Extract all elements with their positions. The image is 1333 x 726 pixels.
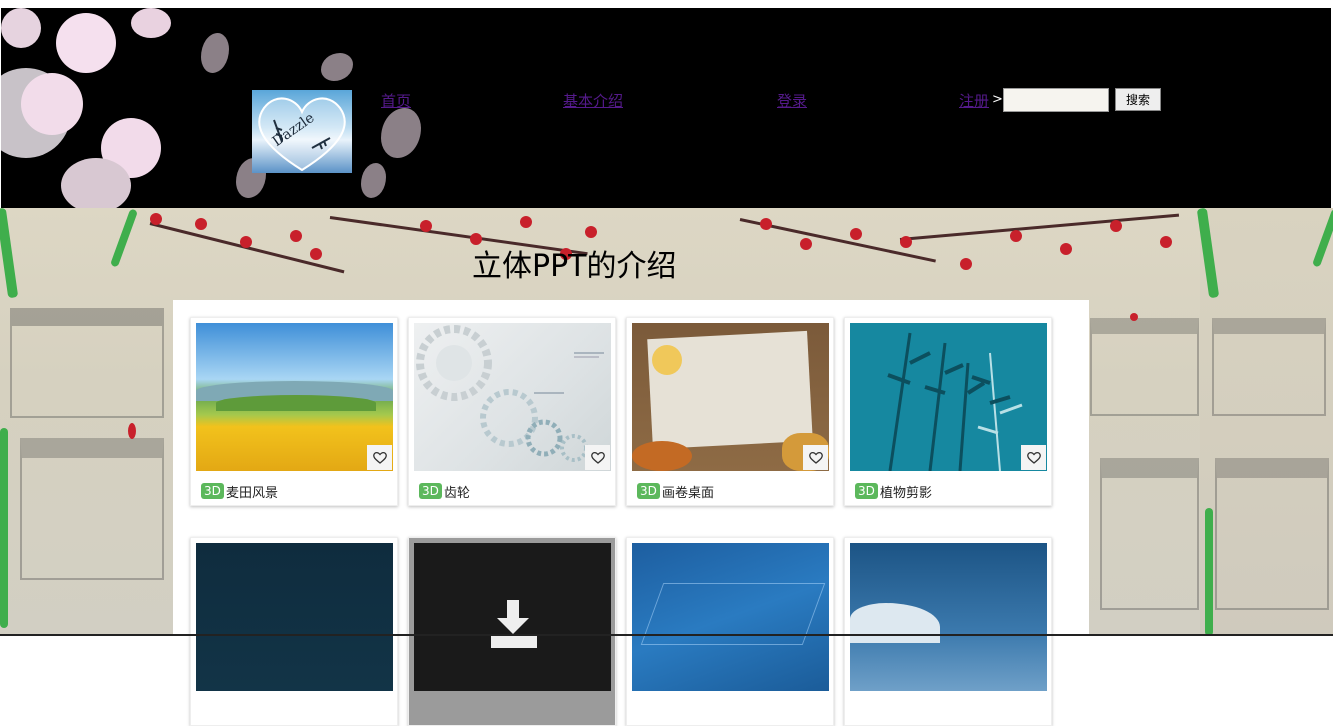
3d-badge: 3D <box>637 483 660 499</box>
template-thumbnail-wheat-field[interactable] <box>196 323 393 471</box>
template-thumbnail-gears[interactable] <box>414 323 611 471</box>
template-card[interactable]: 3D 麦田风景 <box>190 317 398 506</box>
nav-link-intro[interactable]: 基本介绍 <box>563 90 623 111</box>
template-card[interactable] <box>844 537 1052 726</box>
3d-badge: 3D <box>419 483 442 499</box>
3d-badge: 3D <box>855 483 878 499</box>
bamboo-decoration <box>1205 508 1213 636</box>
template-card[interactable] <box>190 537 398 726</box>
ink-house-decoration <box>1100 458 1199 610</box>
ink-house-decoration <box>1212 318 1326 416</box>
template-card[interactable] <box>408 537 616 726</box>
site-header: Dazzle 首页 基本介绍 登录 注册 > 搜索 <box>1 8 1331 208</box>
template-gallery: 3D 麦田风景 3D 齿轮 3D 画卷桌面 3D 植物剪影 <box>173 300 1089 726</box>
bamboo-decoration <box>0 428 8 628</box>
favorite-heart-icon[interactable] <box>367 445 392 470</box>
ink-house-decoration <box>1215 458 1329 610</box>
template-name[interactable]: 植物剪影 <box>880 482 932 501</box>
nav-link-register[interactable]: 注册 <box>959 90 989 111</box>
favorite-heart-icon[interactable] <box>1021 445 1046 470</box>
nav-link-login[interactable]: 登录 <box>777 90 807 111</box>
template-card[interactable]: 3D 齿轮 <box>408 317 616 506</box>
page-title: 立体PPT的介绍 <box>472 249 677 284</box>
template-name[interactable]: 麦田风景 <box>226 482 278 501</box>
favorite-heart-icon[interactable] <box>803 445 828 470</box>
site-logo[interactable]: Dazzle <box>252 90 352 173</box>
ink-house-decoration <box>1090 318 1199 416</box>
template-name[interactable]: 齿轮 <box>444 482 470 501</box>
template-thumbnail[interactable] <box>632 543 829 691</box>
template-card[interactable]: 3D 画卷桌面 <box>626 317 834 506</box>
template-thumbnail-plant-silhouette[interactable] <box>850 323 1047 471</box>
template-name[interactable]: 画卷桌面 <box>662 482 714 501</box>
ink-house-decoration <box>20 438 164 580</box>
template-card[interactable]: 3D 植物剪影 <box>844 317 1052 506</box>
bamboo-decoration <box>109 208 139 268</box>
bamboo-decoration <box>0 208 19 299</box>
search-button[interactable]: 搜索 <box>1115 88 1161 111</box>
nav-link-home[interactable]: 首页 <box>381 90 411 111</box>
template-card[interactable] <box>626 537 834 726</box>
template-thumbnail-scroll-desk[interactable] <box>632 323 829 471</box>
favorite-heart-icon[interactable] <box>585 445 610 470</box>
template-thumbnail[interactable] <box>196 543 393 691</box>
nav-separator: > <box>992 92 1003 107</box>
search-input[interactable] <box>1003 88 1109 112</box>
template-thumbnail[interactable] <box>850 543 1047 691</box>
3d-badge: 3D <box>201 483 224 499</box>
download-icon[interactable] <box>414 543 611 691</box>
template-thumbnail[interactable] <box>414 543 611 691</box>
ink-house-decoration <box>10 308 164 418</box>
